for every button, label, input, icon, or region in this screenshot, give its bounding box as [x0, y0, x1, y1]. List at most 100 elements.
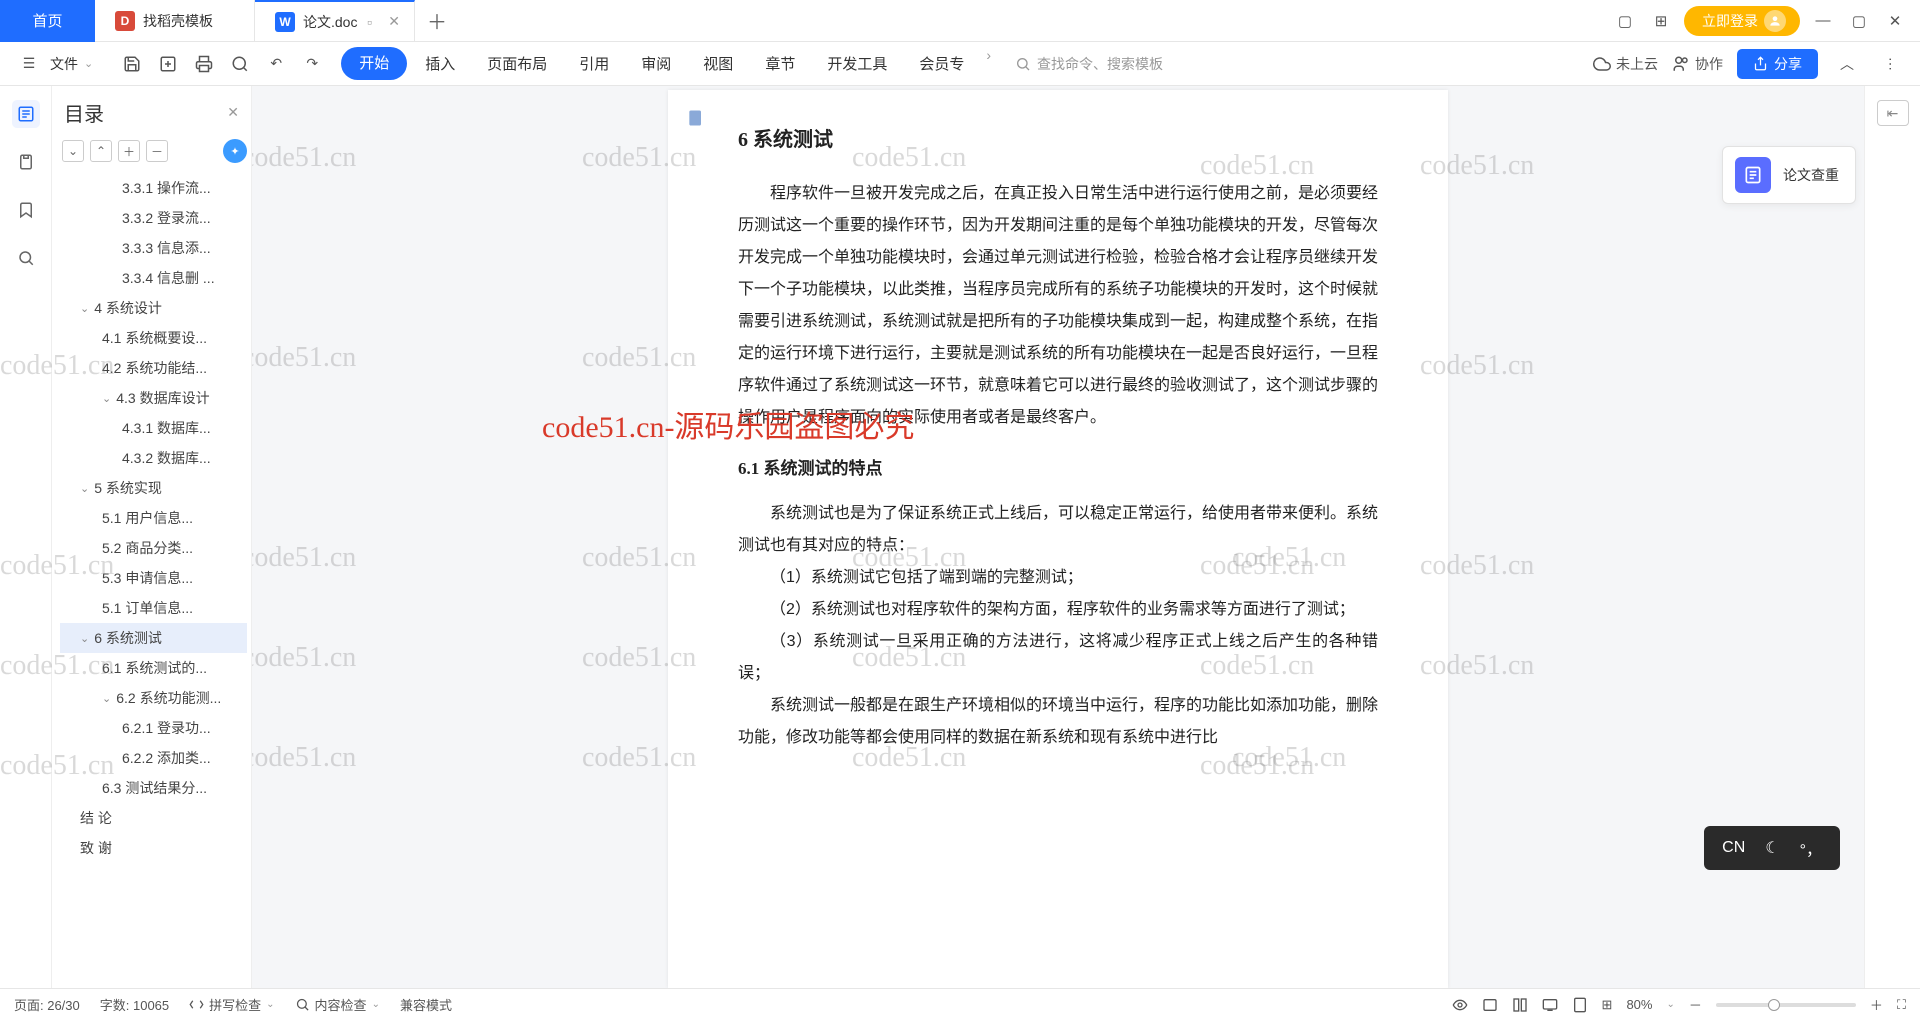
- outline-item[interactable]: 4.3.2 数据库...: [60, 443, 247, 473]
- outline-item-label: 3.3.2 登录流...: [122, 208, 211, 228]
- menu-devtools[interactable]: 开发工具: [813, 47, 901, 80]
- view-mode-5-icon[interactable]: [1572, 997, 1588, 1013]
- view-mode-3-icon[interactable]: [1512, 997, 1528, 1013]
- save-as-icon[interactable]: [153, 49, 183, 79]
- outline-item[interactable]: ⌄4.3 数据库设计: [60, 383, 247, 413]
- page-count[interactable]: 页面: 26/30: [14, 995, 80, 1014]
- view-mode-2-icon[interactable]: [1482, 997, 1498, 1013]
- view-mode-4-icon[interactable]: [1542, 997, 1558, 1013]
- menu-insert[interactable]: 插入: [411, 47, 469, 80]
- undo-icon[interactable]: ↶: [261, 49, 291, 79]
- menu-start[interactable]: 开始: [341, 47, 407, 80]
- redo-icon[interactable]: ↷: [297, 49, 327, 79]
- outline-item[interactable]: 5.1 用户信息...: [60, 503, 247, 533]
- menu-pagelayout[interactable]: 页面布局: [473, 47, 561, 80]
- fullscreen-icon[interactable]: ⛶: [1897, 997, 1906, 1013]
- outline-item[interactable]: 4.1 系统概要设...: [60, 323, 247, 353]
- outline-item[interactable]: ⌄4 系统设计: [60, 293, 247, 323]
- duplicate-tab-icon[interactable]: ▫: [367, 14, 372, 30]
- cloud-status[interactable]: 未上云: [1593, 54, 1658, 74]
- outline-item[interactable]: 3.3.4 信息删 ...: [60, 263, 247, 293]
- view-mode-1-icon[interactable]: [1452, 997, 1468, 1013]
- outline-item[interactable]: 5.1 订单信息...: [60, 593, 247, 623]
- document-area[interactable]: code51.cn code51.cn code51.cn code51.cn …: [252, 86, 1864, 988]
- minimize-icon[interactable]: —: [1810, 12, 1836, 29]
- word-icon: W: [275, 12, 295, 32]
- contentcheck-button[interactable]: 内容检查⌄: [295, 995, 380, 1014]
- tab-document[interactable]: W 论文.doc ▫ ✕: [255, 0, 415, 42]
- menu-more-icon[interactable]: ›: [982, 47, 995, 80]
- watermark-grey: code51.cn: [0, 750, 114, 782]
- save-icon[interactable]: [117, 49, 147, 79]
- outline-item-label: 4.3.2 数据库...: [122, 448, 211, 468]
- bookmark-rail-icon[interactable]: [12, 196, 40, 224]
- login-button[interactable]: 立即登录: [1684, 6, 1800, 36]
- document-page: 6 系统测试 程序软件一旦被开发完成之后，在真正投入日常生活中进行运行使用之前，…: [668, 90, 1448, 988]
- close-outline-icon[interactable]: ✕: [227, 104, 239, 121]
- menu-icon[interactable]: ☰: [14, 49, 44, 79]
- word-count[interactable]: 字数: 10065: [100, 995, 169, 1014]
- outline-item[interactable]: 6.2.1 登录功...: [60, 713, 247, 743]
- menu-reference[interactable]: 引用: [565, 47, 623, 80]
- search-box[interactable]: 查找命令、搜索模板: [1015, 54, 1163, 74]
- chevron-down-icon[interactable]: ⌄: [80, 632, 89, 645]
- add-tab-button[interactable]: ＋: [415, 6, 459, 35]
- menu-chapter[interactable]: 章节: [751, 47, 809, 80]
- outline-item-label: 4.1 系统概要设...: [102, 328, 207, 348]
- expand-all-icon[interactable]: ⌃: [90, 140, 112, 162]
- chevron-down-icon[interactable]: ⌄: [102, 692, 111, 705]
- menu-member[interactable]: 会员专: [905, 47, 978, 80]
- zoom-value[interactable]: 80%: [1626, 997, 1652, 1012]
- collapse-all-icon[interactable]: ⌄: [62, 140, 84, 162]
- more-icon[interactable]: ⋯: [1876, 49, 1906, 79]
- compat-mode[interactable]: 兼容模式: [400, 995, 452, 1014]
- menu-review[interactable]: 审阅: [627, 47, 685, 80]
- zoom-slider[interactable]: [1716, 1003, 1856, 1007]
- outline-item-label: 3.3.3 信息添...: [122, 238, 211, 258]
- close-window-icon[interactable]: ✕: [1882, 12, 1908, 30]
- chevron-down-icon[interactable]: ⌄: [102, 392, 111, 405]
- tab-template[interactable]: D 找稻壳模板: [95, 0, 255, 42]
- chevron-down-icon[interactable]: ⌄: [80, 302, 89, 315]
- plagiarism-card[interactable]: 论文查重: [1722, 146, 1856, 204]
- outline-item[interactable]: 3.3.3 信息添...: [60, 233, 247, 263]
- outline-item[interactable]: 结 论: [60, 803, 247, 833]
- tab-home[interactable]: 首页: [0, 0, 95, 42]
- outline-item[interactable]: 致 谢: [60, 833, 247, 863]
- file-menu[interactable]: 文件: [50, 54, 78, 74]
- clipboard-rail-icon[interactable]: [12, 148, 40, 176]
- close-tab-icon[interactable]: ✕: [388, 13, 400, 30]
- panel-toggle-icon[interactable]: ⇤: [1877, 100, 1909, 126]
- ai-outline-icon[interactable]: ✦: [223, 139, 247, 163]
- spellcheck-button[interactable]: 拼写检查⌄: [189, 995, 274, 1014]
- menu-view[interactable]: 视图: [689, 47, 747, 80]
- remove-heading-icon[interactable]: －: [146, 140, 168, 162]
- maximize-icon[interactable]: ▢: [1846, 12, 1872, 30]
- outline-item[interactable]: ⌄6.2 系统功能测...: [60, 683, 247, 713]
- watermark-grey: code51.cn: [252, 642, 356, 674]
- share-button[interactable]: 分享: [1737, 49, 1818, 79]
- ruler-icon[interactable]: ⊞: [1602, 997, 1613, 1013]
- outline-rail-icon[interactable]: [12, 100, 40, 128]
- page-action-icon[interactable]: [686, 108, 706, 128]
- window-mode-icon[interactable]: ▢: [1612, 12, 1638, 30]
- collab-button[interactable]: 协作: [1672, 54, 1723, 74]
- chevron-down-icon[interactable]: ⌄: [80, 482, 89, 495]
- ime-indicator[interactable]: CN ☾ °，: [1704, 826, 1840, 870]
- outline-item[interactable]: 4.3.1 数据库...: [60, 413, 247, 443]
- tab-label: 找稻壳模板: [143, 11, 213, 31]
- doc-paragraph: 程序软件一旦被开发完成之后，在真正投入日常生活中进行运行使用之前，是必须要经历测…: [738, 178, 1378, 434]
- collapse-ribbon-icon[interactable]: ︿: [1832, 49, 1862, 79]
- outline-item-label: 3.3.1 操作流...: [122, 178, 211, 198]
- zoom-in-icon[interactable]: ＋: [1870, 995, 1883, 1014]
- outline-item[interactable]: 3.3.1 操作流...: [60, 173, 247, 203]
- add-heading-icon[interactable]: ＋: [118, 140, 140, 162]
- preview-icon[interactable]: [225, 49, 255, 79]
- print-icon[interactable]: [189, 49, 219, 79]
- outline-item[interactable]: ⌄6 系统测试: [60, 623, 247, 653]
- outline-item[interactable]: 3.3.2 登录流...: [60, 203, 247, 233]
- search-rail-icon[interactable]: [12, 244, 40, 272]
- outline-item[interactable]: ⌄5 系统实现: [60, 473, 247, 503]
- apps-icon[interactable]: ⊞: [1648, 12, 1674, 30]
- zoom-out-icon[interactable]: －: [1689, 995, 1702, 1014]
